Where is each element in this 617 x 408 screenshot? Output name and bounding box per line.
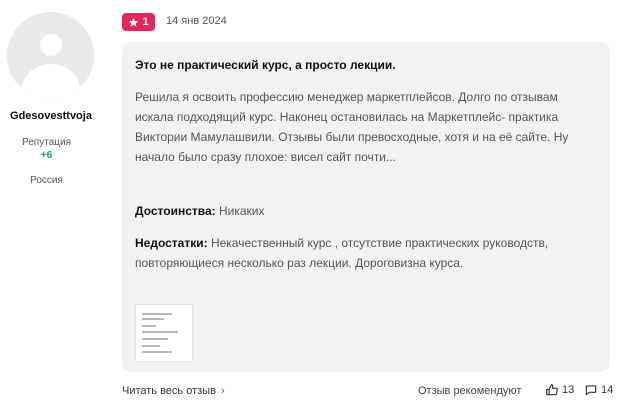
reputation-label: Репутация bbox=[22, 137, 71, 148]
thumbs-up-icon bbox=[546, 384, 558, 396]
review-pros: Достоинства: Никаких bbox=[135, 201, 595, 221]
review-photo-thumbnail[interactable] bbox=[135, 304, 193, 362]
star-icon bbox=[129, 17, 139, 27]
review-date: 14 янв 2024 bbox=[166, 15, 227, 27]
read-full-review-link[interactable]: Читать весь отзыв › bbox=[122, 385, 225, 397]
like-button[interactable]: 13 bbox=[545, 383, 574, 397]
review-text: Решила я освоить профессию менеджер марк… bbox=[135, 90, 569, 164]
avatar-head-shape bbox=[40, 34, 62, 56]
reputation-value: +6 bbox=[40, 150, 53, 161]
pros-text: Никаких bbox=[219, 204, 265, 218]
author-username[interactable]: Gdesovesttvoja bbox=[0, 110, 102, 122]
photo-line bbox=[142, 338, 168, 340]
pros-label: Достоинства: bbox=[135, 204, 216, 218]
review-title: Это не практический курс, а просто лекци… bbox=[135, 58, 396, 72]
comment-icon bbox=[585, 385, 597, 396]
avatar[interactable] bbox=[7, 12, 94, 99]
photo-line bbox=[142, 351, 172, 353]
read-full-review-label: Читать весь отзыв bbox=[122, 385, 216, 397]
avatar-body-shape bbox=[22, 64, 80, 99]
photo-line bbox=[142, 331, 178, 333]
review-card: Это не практический курс, а просто лекци… bbox=[122, 42, 610, 372]
like-count: 13 bbox=[562, 384, 575, 396]
comment-count: 14 bbox=[601, 384, 614, 396]
photo-line bbox=[142, 345, 160, 347]
comments-button[interactable]: 14 bbox=[584, 383, 613, 397]
rating-badge: 1 bbox=[122, 13, 155, 31]
photo-line bbox=[142, 313, 172, 315]
recommends-label: Отзыв рекомендуют bbox=[418, 385, 522, 397]
rating-value: 1 bbox=[142, 16, 149, 28]
photo-line bbox=[142, 318, 164, 320]
cons-label: Недостатки: bbox=[135, 236, 208, 250]
chevron-right-icon: › bbox=[220, 385, 225, 397]
review-cons: Недостатки: Некачественный курс , отсутс… bbox=[135, 233, 595, 273]
photo-line bbox=[142, 325, 156, 327]
author-country: Россия bbox=[30, 175, 63, 186]
